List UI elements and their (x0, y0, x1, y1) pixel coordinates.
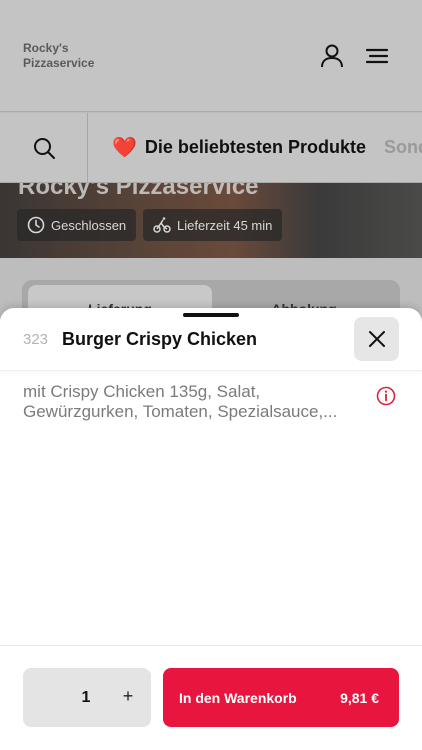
description-line-1: mit Crispy Chicken 135g, Salat, (23, 382, 261, 401)
product-number: 323 (23, 331, 49, 348)
quantity-value: 1 (81, 689, 91, 706)
product-description: mit Crispy Chicken 135g, Salat, Gewürzgu… (23, 382, 368, 422)
category-search-button[interactable] (0, 113, 88, 182)
brand-line-2: Pizzaservice (23, 56, 95, 70)
add-to-cart-label: In den Warenkorb (179, 690, 297, 706)
quantity-plus-button[interactable]: + (118, 686, 138, 708)
category-tab-label: Die beliebtesten Produkte (144, 137, 366, 157)
restaurant-title: Rocky's Pizzaservice (18, 183, 259, 200)
delivery-time-text: Lieferzeit 45 min (177, 217, 273, 233)
sheet-drag-handle[interactable] (183, 313, 239, 317)
add-to-cart-button[interactable]: In den Warenkorb 9,81 € (163, 668, 399, 727)
close-icon (368, 331, 385, 347)
info-icon[interactable] (376, 386, 396, 406)
heart-icon: ❤️ (112, 137, 137, 159)
description-line-2: Gewürzgurken, Tomaten, Spezialsauce,... (23, 402, 338, 421)
category-bar: ❤️ Die beliebtesten Produkte Sond (0, 113, 422, 183)
menu-icon[interactable] (364, 43, 390, 69)
search-icon (33, 138, 55, 159)
brand-line-1: Rocky's (23, 41, 69, 55)
app-header: Rocky's Pizzaservice (0, 0, 422, 112)
restaurant-hero: Rocky's Pizzaservice Geschlossen Lieferz… (0, 183, 422, 258)
category-tab-popular[interactable]: ❤️ Die beliebtesten Produkte (112, 135, 366, 160)
brand-logo-text[interactable]: Rocky's Pizzaservice (23, 41, 94, 71)
close-button[interactable] (354, 317, 399, 361)
status-text: Geschlossen (51, 217, 127, 233)
delivery-time-chip: Lieferzeit 45 min (143, 209, 283, 241)
cart-price: 9,81 € (340, 690, 379, 706)
bicycle-icon (153, 217, 171, 233)
status-chip: Geschlossen (17, 209, 137, 241)
product-name: Burger Crispy Chicken (62, 329, 258, 349)
category-tab-next[interactable]: Sond (384, 137, 422, 158)
user-icon[interactable] (319, 43, 345, 69)
clock-icon (27, 216, 45, 234)
